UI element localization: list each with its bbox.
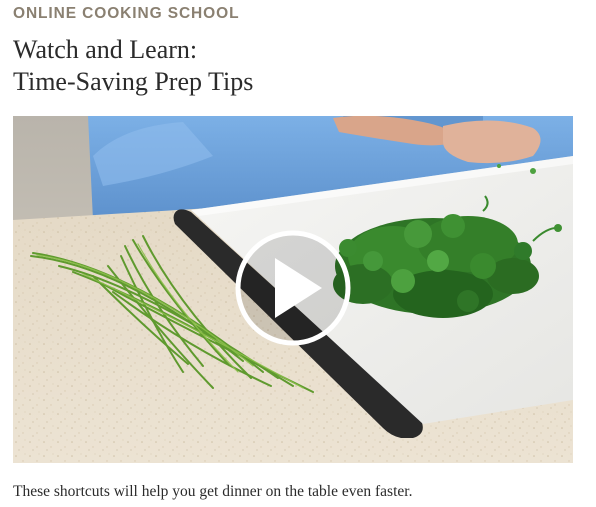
- play-button[interactable]: [235, 230, 351, 346]
- video-thumbnail: [13, 116, 573, 463]
- video-player[interactable]: [13, 116, 573, 463]
- section-eyebrow[interactable]: ONLINE COOKING SCHOOL: [13, 5, 239, 23]
- video-card: ONLINE COOKING SCHOOL Watch and Learn: T…: [0, 0, 596, 507]
- page-title[interactable]: Watch and Learn: Time-Saving Prep Tips: [13, 34, 573, 98]
- video-caption: These shortcuts will help you get dinner…: [13, 483, 413, 500]
- title-line-1: Watch and Learn:: [13, 35, 198, 64]
- hand-right: [443, 120, 541, 164]
- title-line-2: Time-Saving Prep Tips: [13, 67, 254, 96]
